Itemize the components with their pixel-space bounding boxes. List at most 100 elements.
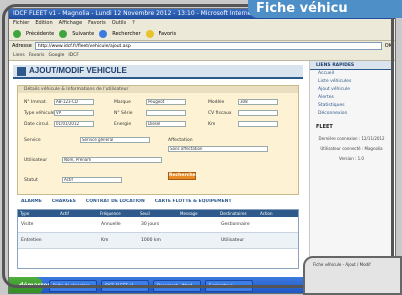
tab-alarme[interactable]: ALARME [21, 199, 42, 207]
search-icon[interactable] [99, 29, 108, 38]
service-select[interactable]: Service général [80, 137, 150, 143]
main-panel: AJOUT/MODIF VEHICULE Détails véhicule & … [13, 61, 303, 277]
favorites-icon[interactable] [145, 29, 154, 38]
cv-field[interactable] [238, 110, 278, 116]
table-cell[interactable]: Annuelle [98, 217, 138, 232]
menu-item-fichier[interactable]: Fichier [13, 19, 29, 27]
immat-label: N° Immat. [24, 100, 48, 105]
start-button[interactable]: démarrer [9, 277, 51, 293]
table-cell[interactable] [258, 233, 298, 248]
quick-link[interactable]: Ajout véhicule [310, 86, 393, 94]
column-header: Seuil [140, 211, 150, 216]
menu-item-help[interactable]: ? [132, 19, 135, 27]
tab-charges[interactable]: CHARGES [52, 199, 76, 207]
browser-toolbar: Précédente Suivante Rechercher Favoris [9, 27, 395, 41]
type-label: Type véhicule [24, 111, 55, 116]
column-header: Message [180, 211, 198, 216]
table-cell[interactable] [258, 217, 298, 232]
serie-label: N° Série [114, 111, 133, 116]
tab-contrat[interactable]: CONTRAT DE LOCATION [86, 199, 145, 207]
quick-link[interactable]: Statistiques [310, 102, 393, 110]
links-item[interactable]: Google [49, 53, 65, 58]
links-item[interactable]: Liens [13, 53, 25, 58]
alarm-grid: Type Actif Fréquence Seuil Message Desti… [17, 209, 299, 269]
km-field[interactable] [238, 121, 278, 127]
menu-item-affichage[interactable]: Affichage [59, 19, 83, 27]
address-bar: Adresse http://www.idcf.fr/fleet/vehicul… [9, 41, 395, 51]
browser-window: IDCF FLEET v1 - Magnolia - Lundi 12 Nove… [8, 8, 396, 294]
quick-link[interactable]: Déconnexion [310, 110, 393, 118]
menu-bar: Fichier Edition Affichage Favoris Outils… [9, 19, 395, 27]
table-row[interactable]: Entretien Km 1000 km Utilisateur [18, 233, 298, 249]
serie-field[interactable] [146, 110, 186, 116]
zoom-overlay: Fiche véhicule - Ajout / Modif [303, 256, 402, 295]
statut-select[interactable]: Actif [62, 177, 122, 183]
links-item[interactable]: IDCF [68, 53, 79, 58]
table-cell[interactable] [178, 217, 218, 232]
table-cell[interactable]: Utilisateur [218, 233, 258, 248]
quick-link[interactable]: Alertes [310, 94, 393, 102]
taskbar-item[interactable]: Boîte de réception [49, 280, 97, 292]
search-button[interactable]: Rechercher [112, 31, 140, 37]
taskbar-item[interactable]: Document - Word [153, 280, 201, 292]
table-cell[interactable] [178, 233, 218, 248]
modele-label: Modèle [208, 100, 225, 105]
service-label: Service [24, 138, 41, 143]
page-content: AJOUT/MODIF VEHICULE Détails véhicule & … [9, 61, 395, 277]
car-icon [17, 67, 26, 76]
taskbar-item[interactable]: Explorateur [205, 280, 253, 292]
info-text: Utilisateur connecté : Magnolia [320, 146, 383, 151]
date-label: Date circul. [24, 122, 50, 127]
marque-field[interactable]: Peugeot [146, 99, 186, 105]
info-text: Version : 1.0 [339, 156, 364, 161]
immat-field[interactable]: AB-123-CD [54, 99, 94, 105]
km-label: Km [208, 122, 216, 127]
affectation-field[interactable]: Sans affectation [168, 146, 268, 152]
utilisateur-field[interactable]: Nom, Prénom [62, 157, 162, 163]
favorites-button[interactable]: Favoris [159, 31, 177, 37]
taskbar-item[interactable]: IDCF FLEET v1 [101, 280, 149, 292]
table-cell[interactable] [58, 233, 98, 248]
table-cell[interactable]: Km [98, 233, 138, 248]
table-cell[interactable] [58, 217, 98, 232]
section-tabs: ALARME CHARGES CONTRAT DE LOCATION CARTE… [17, 199, 299, 207]
quick-link[interactable]: Liste véhicules [310, 78, 393, 86]
go-button[interactable]: OK [385, 43, 392, 49]
forward-icon[interactable] [59, 29, 68, 38]
menu-item-edition[interactable]: Edition [35, 19, 52, 27]
address-label: Adresse [12, 43, 32, 49]
table-cell[interactable]: 1000 km [138, 233, 178, 248]
quick-links-panel: LIENS RAPIDES Accueil Liste véhicules Aj… [309, 61, 393, 277]
back-button[interactable]: Précédente [26, 31, 54, 37]
table-cell: Visite [21, 222, 34, 227]
page-banner: Fiche véhicu [248, 0, 402, 18]
links-item[interactable]: Favoris [29, 53, 45, 58]
type-select[interactable]: VP [54, 110, 94, 116]
affectation-label: Affectation [168, 138, 193, 143]
quick-link[interactable]: Accueil [310, 70, 393, 78]
info-text: Dernière connexion : 12/11/2012 [318, 136, 385, 141]
vehicle-form: Détails véhicule & Informations de l'uti… [17, 85, 299, 195]
column-header: Type [20, 211, 30, 216]
modele-field[interactable]: 308 [238, 99, 278, 105]
address-input[interactable]: http://www.idcf.fr/fleet/vehicule/ajout.… [34, 42, 382, 50]
menu-item-favoris[interactable]: Favoris [88, 19, 106, 27]
grid-header: Type Actif Fréquence Seuil Message Desti… [18, 210, 298, 217]
table-cell[interactable]: 30 jours [138, 217, 178, 232]
menu-item-outils[interactable]: Outils [112, 19, 126, 27]
column-header: Fréquence [100, 211, 121, 216]
page-title: AJOUT/MODIF VEHICULE [29, 66, 127, 75]
date-field[interactable]: 01/01/2012 [54, 121, 94, 127]
table-cell[interactable]: Gestionnaire [218, 217, 258, 232]
cv-label: CV fiscaux [208, 111, 232, 116]
screenshot-frame: IDCF FLEET v1 - Magnolia - Lundi 12 Nove… [0, 0, 402, 295]
zoom-overlay-text: Fiche véhicule - Ajout / Modif [313, 262, 371, 267]
energie-select[interactable]: Diesel [146, 121, 186, 127]
utilisateur-label: Utilisateur [24, 158, 48, 163]
column-header: Action [260, 211, 273, 216]
search-user-button[interactable]: Rechercher [168, 172, 198, 180]
back-icon[interactable] [13, 29, 21, 38]
tab-carte[interactable]: CARTE FLOTTE & ÉQUIPEMENT [155, 199, 232, 207]
table-row[interactable]: Visite Annuelle 30 jours Gestionnaire [18, 217, 298, 233]
forward-button[interactable]: Suivante [72, 31, 94, 37]
